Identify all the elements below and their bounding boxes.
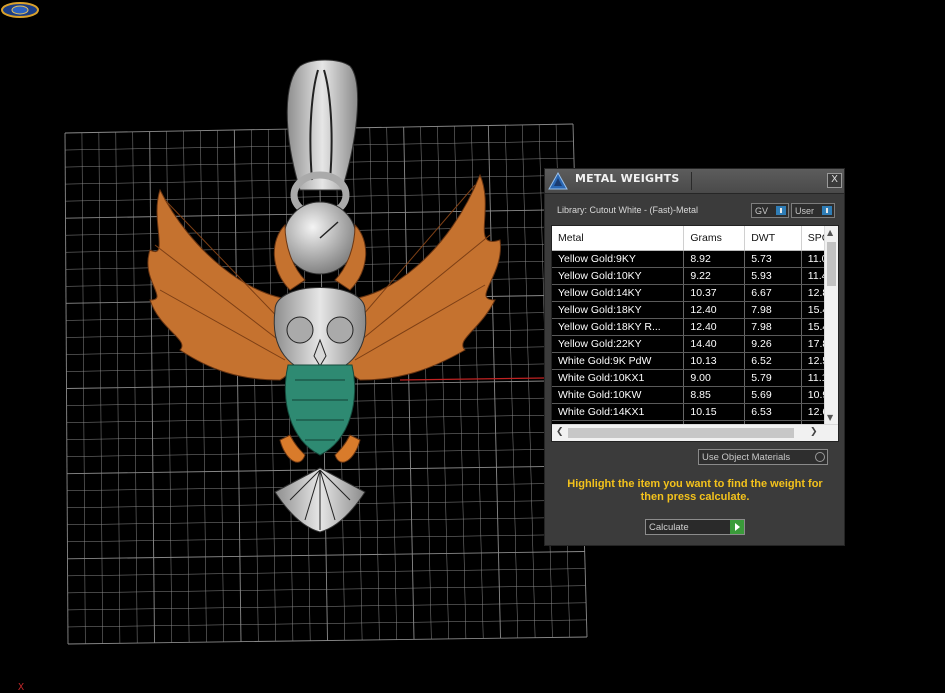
- axis-x-label: X: [18, 682, 25, 693]
- toggle-switch-icon: [776, 206, 786, 215]
- table-row[interactable]: White Gold:10KW 8.85 5.69 10.99: [552, 386, 838, 404]
- table-row[interactable]: Yellow Gold:18KY R... 12.40 7.98 15.41: [552, 318, 838, 336]
- cell-grams: 9.00: [683, 369, 746, 387]
- scroll-thumb[interactable]: [827, 242, 836, 286]
- cell-metal: Yellow Gold:22KY: [552, 335, 685, 353]
- table-row[interactable]: White Gold:10KX1 9.00 5.79 11.18: [552, 369, 838, 387]
- cell-dwt: 7.98: [744, 301, 802, 319]
- table-row[interactable]: Yellow Gold:10KY 9.22 5.93 11.45: [552, 267, 838, 285]
- table-row[interactable]: White Gold:9K PdW 10.13 6.52 12.59: [552, 352, 838, 370]
- table-row[interactable]: White Gold:14KX1 10.15 6.53 12.61: [552, 403, 838, 421]
- calculate-label: Calculate: [649, 522, 689, 533]
- cell-grams: 14.40: [683, 335, 746, 353]
- cell-dwt: 5.93: [744, 267, 802, 285]
- horizontal-scrollbar[interactable]: ❮ ❯: [552, 424, 838, 441]
- scroll-down-icon[interactable]: ▼: [827, 413, 833, 422]
- view-gizmo-icon[interactable]: [0, 0, 40, 20]
- cell-metal: White Gold:9K PdW: [552, 352, 685, 370]
- column-header-dwt[interactable]: DWT: [744, 226, 802, 251]
- cell-metal: Yellow Gold:18KY R...: [552, 318, 685, 336]
- cell-metal: Yellow Gold:18KY: [552, 301, 685, 319]
- weights-table[interactable]: Metal Grams DWT SPG Yellow Gold:9KY 8.92 5…: [551, 225, 839, 442]
- panel-title: METAL WEIGHTS: [575, 172, 680, 185]
- cell-dwt: 5.73: [744, 250, 802, 268]
- scroll-left-icon[interactable]: ❮: [556, 427, 564, 437]
- play-arrow-icon: [730, 520, 744, 534]
- table-row[interactable]: Yellow Gold:22KY 14.40 9.26 17.89: [552, 335, 838, 353]
- cell-dwt: 6.67: [744, 284, 802, 302]
- cell-grams: 12.40: [683, 318, 746, 336]
- x-axis-line: [399, 377, 546, 381]
- use-object-materials-toggle[interactable]: Use Object Materials: [698, 449, 828, 465]
- cell-metal: White Gold:14KX1: [552, 403, 685, 421]
- scroll-thumb-horizontal[interactable]: [568, 428, 794, 438]
- radio-indicator-icon: [815, 452, 825, 462]
- column-header-metal[interactable]: Metal: [552, 226, 685, 251]
- cell-grams: 12.40: [683, 301, 746, 319]
- cell-grams: 9.22: [683, 267, 746, 285]
- scroll-up-icon[interactable]: ▲: [827, 228, 833, 237]
- cell-metal: Yellow Gold:9KY: [552, 250, 685, 268]
- metal-weights-panel: METAL WEIGHTS X Library: Cutout White - …: [544, 168, 845, 546]
- cell-grams: 10.13: [683, 352, 746, 370]
- library-label: Library: Cutout White - (Fast)-Metal: [557, 205, 699, 215]
- toggle-switch-icon: [822, 206, 832, 215]
- cell-dwt: 6.52: [744, 352, 802, 370]
- user-toggle-label: User: [795, 206, 815, 216]
- instruction-text: Highlight the item you want to find the …: [567, 478, 823, 503]
- gv-toggle[interactable]: GV: [751, 203, 789, 218]
- use-object-materials-label: Use Object Materials: [702, 452, 791, 463]
- cell-grams: 8.92: [683, 250, 746, 268]
- title-divider: [691, 172, 692, 190]
- rhino-app-icon: [548, 171, 568, 190]
- user-toggle[interactable]: User: [791, 203, 835, 218]
- panel-titlebar[interactable]: METAL WEIGHTS X: [545, 169, 844, 194]
- table-row[interactable]: Yellow Gold:14KY 10.37 6.67 12.88: [552, 284, 838, 302]
- cell-grams: 10.15: [683, 403, 746, 421]
- cell-grams: 8.85: [683, 386, 746, 404]
- cell-metal: White Gold:10KW: [552, 386, 685, 404]
- cell-metal: White Gold:10KX1: [552, 369, 685, 387]
- vertical-scrollbar[interactable]: ▲ ▼: [824, 226, 838, 424]
- close-button[interactable]: X: [827, 173, 842, 188]
- gv-toggle-label: GV: [755, 206, 769, 216]
- cell-dwt: 7.98: [744, 318, 802, 336]
- column-header-grams[interactable]: Grams: [683, 226, 746, 251]
- cell-metal: Yellow Gold:10KY: [552, 267, 685, 285]
- cell-metal: Yellow Gold:14KY: [552, 284, 685, 302]
- scroll-right-icon[interactable]: ❯: [810, 427, 818, 437]
- calculate-button[interactable]: Calculate: [645, 519, 745, 535]
- cell-dwt: 5.69: [744, 386, 802, 404]
- cell-dwt: 5.79: [744, 369, 802, 387]
- table-header-row: Metal Grams DWT SPG: [552, 226, 838, 251]
- cell-dwt: 6.53: [744, 403, 802, 421]
- cell-dwt: 9.26: [744, 335, 802, 353]
- table-row[interactable]: Yellow Gold:9KY 8.92 5.73 11.08: [552, 250, 838, 268]
- cell-grams: 10.37: [683, 284, 746, 302]
- table-row[interactable]: Yellow Gold:18KY 12.40 7.98 15.41: [552, 301, 838, 319]
